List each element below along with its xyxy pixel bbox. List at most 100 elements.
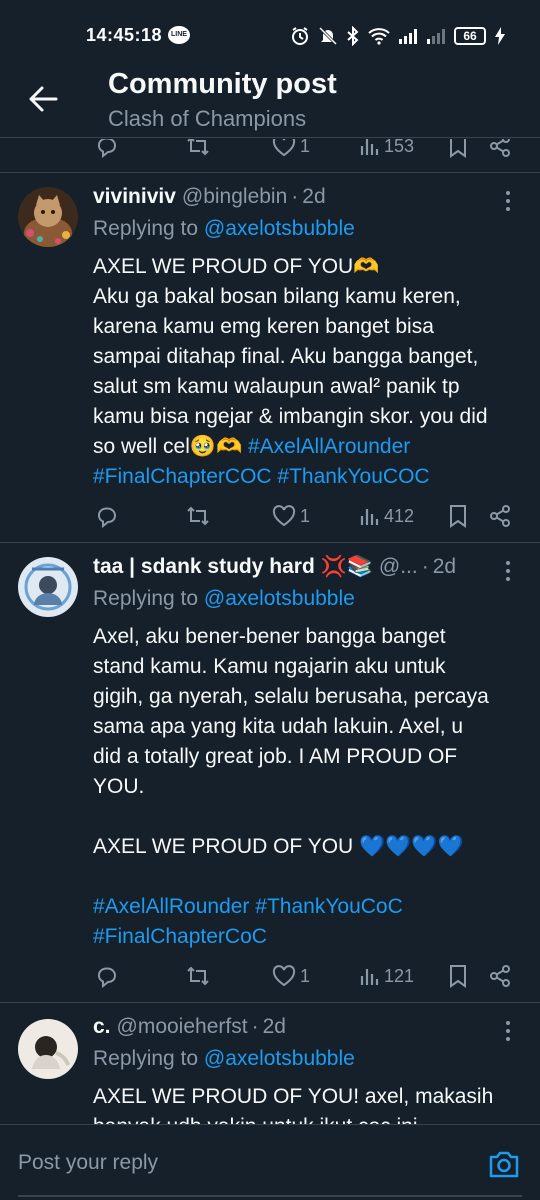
reply-post[interactable]: c. @mooieherfst · 2d Replying to @axelot… <box>0 1003 540 1124</box>
camera-icon[interactable] <box>488 1149 520 1179</box>
reply-input[interactable]: Post your reply <box>18 1151 158 1175</box>
like-button[interactable]: 1 <box>272 961 310 991</box>
mention-link[interactable]: @axelotsbubble <box>204 1047 355 1070</box>
reply-post[interactable]: viviniviv @binglebin · 2d Replying to @a… <box>0 173 540 543</box>
more-icon[interactable] <box>498 557 518 585</box>
repost-button[interactable] <box>185 139 211 161</box>
post-text-line: Aku ga bakal bosan bilang kamu keren, <box>93 285 461 308</box>
avatar[interactable] <box>18 187 78 247</box>
reply-post[interactable]: taa | sdank study hard 💢📚 @... · 2d Repl… <box>0 543 540 1003</box>
share-icon <box>490 505 510 527</box>
more-icon[interactable] <box>498 187 518 215</box>
post-blank-line <box>93 862 528 892</box>
views-icon <box>360 969 379 985</box>
post-time: 2d <box>262 1015 286 1038</box>
status-icons: 66 <box>290 24 506 48</box>
heart-icon <box>272 505 296 527</box>
mute-icon <box>318 26 338 46</box>
reply-bar: Post your reply <box>0 1124 540 1200</box>
reply-button[interactable] <box>95 501 119 531</box>
like-button[interactable]: 1 <box>272 501 310 531</box>
post-blank-line <box>93 802 528 832</box>
replying-to: Replying to @axelotsbubble <box>93 587 355 611</box>
reply-icon <box>98 507 117 528</box>
signal-icon-secondary <box>427 29 445 44</box>
hashtag-link[interactable]: #ThankYouCOC <box>277 465 429 488</box>
bookmark-icon <box>450 965 466 988</box>
header: Community post Clash of Champions <box>0 60 540 138</box>
user-handle[interactable]: @binglebin <box>182 185 287 209</box>
replying-to-label: Replying to <box>93 1047 204 1070</box>
view-count: 412 <box>384 505 415 526</box>
retweet-icon <box>187 506 209 526</box>
post-text-line: Axel, aku bener-bener bangga banget <box>93 625 446 648</box>
post-header: viviniviv @binglebin · 2d <box>93 185 493 213</box>
post-text-line: AXEL WE PROUD OF YOU🫶 <box>93 255 380 278</box>
heart-icon <box>272 139 296 157</box>
like-button[interactable]: 1 <box>272 139 310 161</box>
views-button[interactable]: 412 <box>358 501 414 531</box>
post-header: c. @mooieherfst · 2d <box>93 1015 493 1043</box>
post-text-line: sama apa yang kita udah lakuin. Axel, u <box>93 715 464 738</box>
share-button[interactable] <box>488 139 512 161</box>
hashtag-link[interactable]: #ThankYouCoC <box>255 895 403 918</box>
views-button[interactable]: 121 <box>358 961 414 991</box>
feed[interactable]: 1 153 viviniviv @binglebin · 2d Replying… <box>0 139 540 1124</box>
community-name: Clash of Champions <box>108 106 307 131</box>
reply-icon <box>98 967 117 988</box>
post-body: Axel, aku bener-bener bangga banget stan… <box>93 622 528 952</box>
mention-link[interactable]: @axelotsbubble <box>204 587 355 610</box>
more-icon[interactable] <box>498 1017 518 1045</box>
repost-button[interactable] <box>185 501 211 531</box>
reply-button[interactable] <box>95 961 119 991</box>
bookmark-button[interactable] <box>448 501 468 531</box>
hashtag-link[interactable]: #FinalChapterCOC <box>93 465 272 488</box>
separator-dot: · <box>251 1015 259 1038</box>
bluetooth-icon <box>347 26 359 46</box>
display-name[interactable]: taa | sdank study hard 💢📚 <box>93 555 373 579</box>
post-text-line: YOU. <box>93 775 145 798</box>
post-text-line: gigih, ga nyerah, selalu berusaha, perca… <box>93 685 489 708</box>
signal-icon <box>399 29 417 44</box>
mention-link[interactable]: @axelotsbubble <box>204 217 355 240</box>
share-button[interactable] <box>488 961 512 991</box>
post-text-line: #FinalChapterCoC <box>93 922 528 952</box>
post-text-line: kamu bisa ngejar & imbangin skor. you di… <box>93 405 488 428</box>
charging-icon <box>495 27 505 45</box>
separator-dot: · <box>291 185 299 208</box>
share-button[interactable] <box>488 501 512 531</box>
hashtag-link[interactable]: #AxelAllRounder <box>93 895 249 918</box>
post-text-fragment: so well cel🥹🫶 <box>93 435 248 458</box>
post-time: 2d <box>432 555 457 578</box>
avatar[interactable] <box>18 557 78 617</box>
post-body: AXEL WE PROUD OF YOU🫶 Aku ga bakal bosan… <box>93 252 528 492</box>
avatar-cat-image <box>18 187 78 247</box>
views-button[interactable]: 153 <box>358 139 414 161</box>
avatar[interactable] <box>18 1019 78 1079</box>
hashtag-link[interactable]: #FinalChapterCoC <box>93 925 267 948</box>
reply-button[interactable] <box>95 139 119 161</box>
replying-to: Replying to @axelotsbubble <box>93 1047 355 1071</box>
separator-dot: · <box>421 555 429 578</box>
repost-button[interactable] <box>185 961 211 991</box>
bookmark-icon <box>450 139 466 158</box>
post-text-line: #FinalChapterCOC #ThankYouCOC <box>93 462 528 492</box>
battery-icon: 66 <box>454 27 486 45</box>
display-name[interactable]: c. <box>93 1015 111 1039</box>
app-screen: 14:45:18 LINE 66 Community post Clash of… <box>0 0 540 1200</box>
post-text-line: sampai ditahap final. Aku bangga banget, <box>93 345 479 368</box>
hashtag-link[interactable]: #AxelAllArounder <box>248 435 410 458</box>
status-time: 14:45:18 <box>86 25 163 45</box>
view-count: 121 <box>384 965 415 986</box>
bookmark-button[interactable] <box>448 961 468 991</box>
user-handle[interactable]: @mooieherfst <box>117 1015 248 1039</box>
post-text-line: banyak udh yakin untuk ikut coc ini <box>93 1112 528 1124</box>
user-handle[interactable]: @... <box>379 555 418 579</box>
share-icon <box>490 139 510 157</box>
display-name[interactable]: viviniviv <box>93 185 176 209</box>
bookmark-button[interactable] <box>448 139 468 161</box>
post-body: AXEL WE PROUD OF YOU! axel, makasih bany… <box>93 1082 528 1124</box>
avatar-profile-image <box>18 557 78 617</box>
back-arrow-icon[interactable] <box>26 82 60 116</box>
post-text-line: so well cel🥹🫶 #AxelAllArounder <box>93 432 528 462</box>
